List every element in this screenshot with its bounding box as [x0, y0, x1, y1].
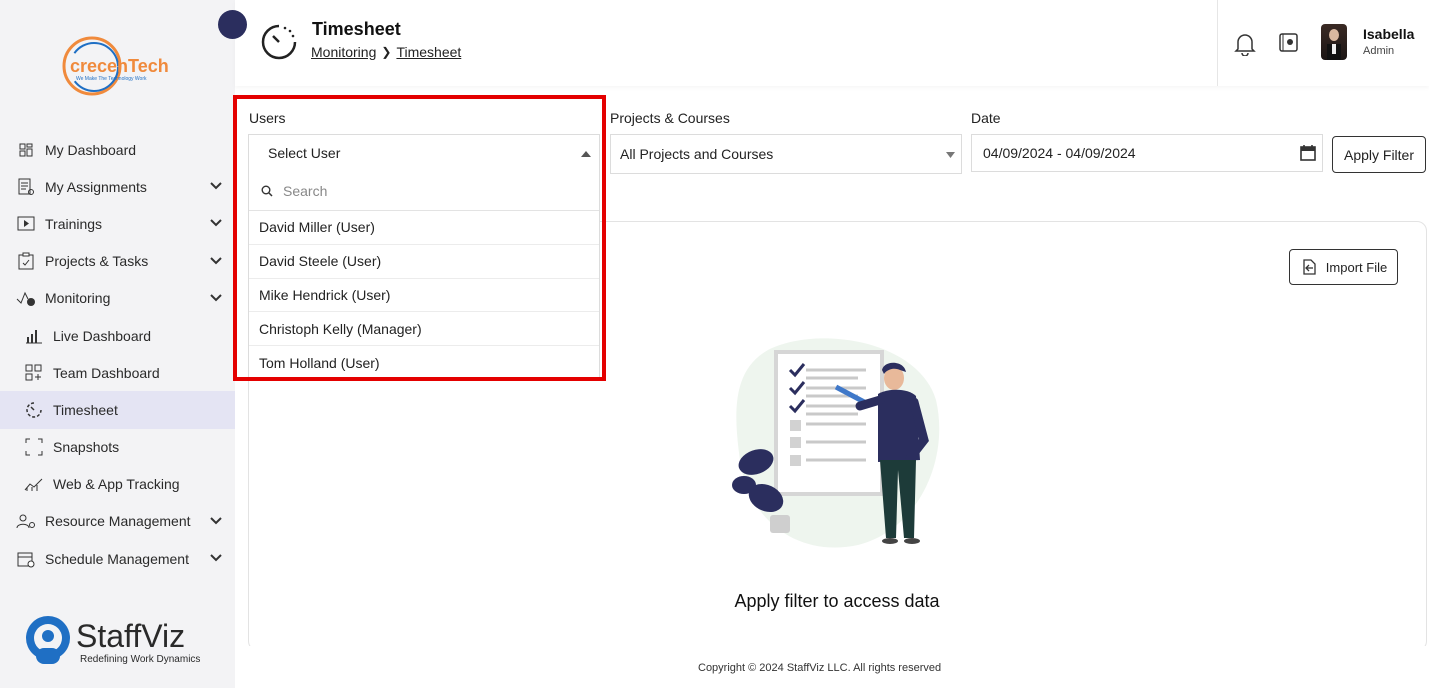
footer: Copyright © 2024 StaffViz LLC. All right…: [235, 646, 1429, 688]
breadcrumb-timesheet[interactable]: Timesheet: [396, 44, 461, 60]
users-dropdown-menu: David Miller (User) David Steele (User) …: [248, 171, 600, 379]
chevron-down-icon[interactable]: [209, 551, 223, 565]
sidebar-item-trainings[interactable]: Trainings: [0, 205, 235, 242]
sidebar-item-label: Live Dashboard: [53, 327, 152, 344]
users-search-input[interactable]: [283, 182, 583, 199]
staffviz-wordmark: StaffViz: [76, 618, 185, 654]
timer-icon: [24, 400, 44, 420]
projects-select[interactable]: All Projects and Courses: [610, 134, 962, 174]
apply-filter-button[interactable]: Apply Filter: [1332, 136, 1426, 173]
sidebar-item-web-app-tracking[interactable]: Web & App Tracking: [0, 466, 235, 503]
tracking-icon: [24, 474, 44, 494]
app-root: crecenTech We Make The Technology Work M…: [0, 0, 1429, 688]
empty-state-message: Apply filter to access data: [734, 591, 940, 611]
projects-label: Projects & Courses: [610, 110, 730, 126]
sidebar-item-team-dashboard[interactable]: Team Dashboard: [0, 354, 235, 391]
user-name[interactable]: Isabella: [1363, 26, 1414, 42]
user-option-christoph-kelly[interactable]: Christoph Kelly (Manager): [249, 312, 599, 347]
sidebar-item-snapshots[interactable]: Snapshots: [0, 429, 235, 466]
sidebar-item-monitoring[interactable]: Monitoring: [0, 280, 235, 317]
user-option-mike-hendrick[interactable]: Mike Hendrick (User): [249, 279, 599, 313]
chevron-down-icon[interactable]: [209, 514, 223, 528]
crecentech-wordmark: crecenTech: [70, 56, 169, 76]
sidebar-item-label: My Assignments: [45, 178, 147, 195]
users-select-value: Select User: [268, 145, 341, 161]
timer-icon: [261, 24, 297, 60]
sidebar-item-my-assignments[interactable]: My Assignments: [0, 168, 235, 205]
chevron-down-icon[interactable]: [209, 216, 223, 230]
sidebar-item-projects-tasks[interactable]: Projects & Tasks: [0, 243, 235, 280]
sidebar-item-label: Projects & Tasks: [45, 253, 149, 270]
copyright-text: Copyright © 2024 StaffViz LLC. All right…: [698, 662, 942, 674]
sidebar-item-timesheet[interactable]: Timesheet: [0, 391, 235, 429]
caret-down-icon: [946, 152, 955, 158]
crecentech-logo[interactable]: crecenTech We Make The Technology Work: [60, 34, 180, 98]
snapshot-icon: [24, 437, 44, 457]
sidebar-item-schedule-management[interactable]: Schedule Management: [0, 540, 235, 577]
top-header: Timesheet Monitoring ❯ Timesheet Isabell…: [235, 0, 1429, 86]
date-range-input[interactable]: 04/09/2024 - 04/09/2024: [971, 134, 1323, 172]
sidebar-item-my-dashboard[interactable]: My Dashboard: [0, 131, 235, 168]
sidebar-item-label: My Dashboard: [45, 141, 137, 158]
play-icon: [16, 214, 36, 234]
sidebar-item-live-dashboard[interactable]: Live Dashboard: [0, 317, 235, 354]
bar-chart-icon: [24, 326, 44, 346]
sidebar-item-label: Timesheet: [53, 401, 118, 418]
staffviz-logo[interactable]: StaffViz Redefining Work Dynamics: [22, 612, 222, 670]
sidebar-item-label: Resource Management: [45, 513, 191, 530]
user-option-david-steele[interactable]: David Steele (User): [249, 245, 599, 279]
clipboard-icon: [16, 251, 36, 271]
avatar[interactable]: [1321, 24, 1347, 60]
page-title: Timesheet: [312, 19, 401, 39]
import-file-icon: [1303, 259, 1316, 275]
sidebar-item-label: Monitoring: [45, 290, 111, 307]
sidebar: crecenTech We Make The Technology Work M…: [0, 0, 247, 688]
sidebar-item-label: Web & App Tracking: [53, 476, 180, 493]
breadcrumb-monitoring[interactable]: Monitoring: [311, 44, 376, 60]
date-label: Date: [971, 110, 1001, 126]
calendar-icon[interactable]: [1300, 144, 1316, 161]
search-icon: [261, 185, 273, 197]
chevron-down-icon[interactable]: [209, 291, 223, 305]
chevron-down-icon[interactable]: [209, 254, 223, 268]
user-option-david-miller[interactable]: David Miller (User): [249, 211, 599, 245]
users-dropdown-search: [249, 171, 599, 211]
assignment-icon: [16, 177, 36, 197]
caret-up-icon: [581, 151, 591, 157]
breadcrumb: Monitoring ❯ Timesheet: [311, 44, 461, 60]
sidebar-item-label: Schedule Management: [45, 550, 189, 567]
grid-icon: [16, 140, 36, 160]
resource-icon: [16, 511, 36, 531]
sidebar-collapse-button[interactable]: [218, 10, 247, 39]
chevron-right-icon: ❯: [381, 45, 392, 59]
crecentech-tagline: We Make The Technology Work: [76, 76, 147, 82]
team-grid-icon: [24, 363, 44, 383]
empty-state-illustration: [732, 338, 940, 548]
sidebar-item-label: Team Dashboard: [53, 364, 160, 381]
date-range-value: 04/09/2024 - 04/09/2024: [983, 145, 1136, 161]
sidebar-item-resource-management[interactable]: Resource Management: [0, 503, 235, 540]
user-role: Admin: [1363, 45, 1395, 57]
header-divider: [1217, 0, 1218, 86]
staffviz-tagline: Redefining Work Dynamics: [80, 654, 200, 665]
user-option-tom-holland[interactable]: Tom Holland (User): [249, 346, 599, 380]
chevron-down-icon[interactable]: [209, 179, 223, 193]
projects-select-value: All Projects and Courses: [620, 146, 774, 162]
monitoring-icon: [16, 288, 36, 308]
sidebar-item-label: Snapshots: [53, 439, 120, 456]
bell-icon[interactable]: [1234, 32, 1256, 56]
sidebar-item-label: Trainings: [45, 215, 103, 232]
calendar-icon: [16, 549, 36, 569]
import-file-button[interactable]: Import File: [1289, 249, 1398, 285]
users-select[interactable]: Select User: [248, 134, 600, 172]
sidebar-nav: My Dashboard My Assignments Trainings Pr…: [0, 131, 235, 577]
users-label: Users: [249, 110, 286, 126]
import-file-label: Import File: [1325, 259, 1388, 275]
guide-book-icon[interactable]: [1278, 32, 1300, 54]
